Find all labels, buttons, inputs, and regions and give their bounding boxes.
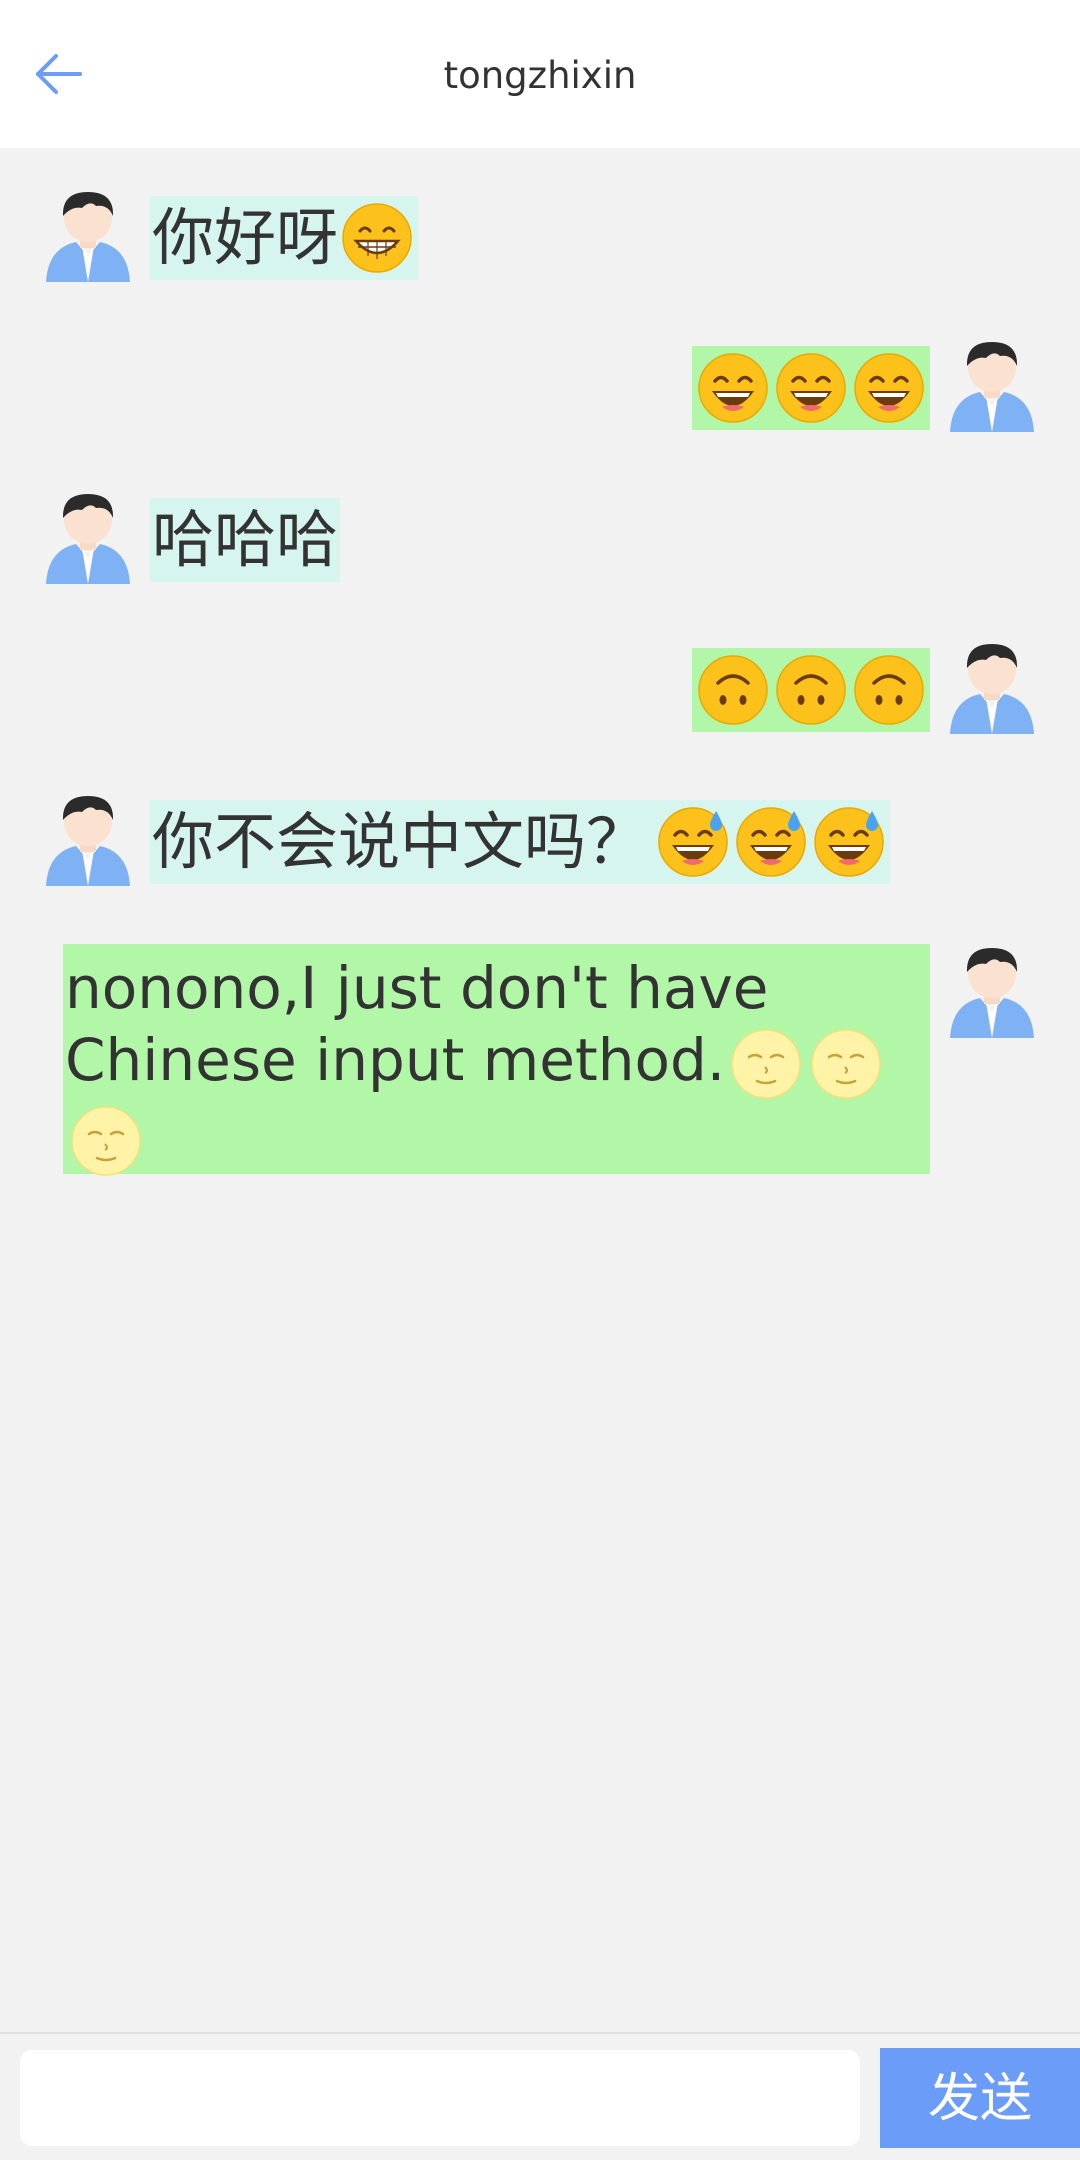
avatar-icon bbox=[942, 638, 1042, 738]
message-bubble-outgoing[interactable] bbox=[692, 648, 930, 732]
header-bar: tongzhixin bbox=[0, 0, 1080, 148]
send-button[interactable]: 发送 bbox=[880, 2048, 1080, 2148]
message-text: 你不会说中文吗？ bbox=[152, 805, 649, 878]
avatar-icon bbox=[38, 790, 138, 890]
avatar-icon bbox=[38, 186, 138, 286]
upside-down-face-icon bbox=[696, 653, 770, 727]
self-avatar[interactable] bbox=[942, 942, 1042, 1042]
message-text: 哈哈哈 bbox=[152, 503, 339, 576]
message-bubble-outgoing[interactable]: nonono,I just don't have Chinese input m… bbox=[63, 944, 930, 1176]
avatar-icon bbox=[942, 336, 1042, 436]
message-text: nonono,I just don't have Chinese input m… bbox=[65, 954, 769, 1094]
message-input[interactable] bbox=[20, 2050, 860, 2146]
upside-down-face-icon bbox=[852, 653, 926, 727]
smile-open-icon bbox=[696, 351, 770, 425]
chat-screen: tongzhixin 你好呀 哈哈哈 你不会说中文吗？ nonono,I jus… bbox=[0, 0, 1080, 2160]
sweat-smile-icon bbox=[734, 805, 808, 879]
contact-avatar[interactable] bbox=[38, 186, 138, 286]
contact-avatar[interactable] bbox=[38, 790, 138, 890]
moon-face-icon bbox=[809, 1027, 883, 1101]
contact-avatar[interactable] bbox=[38, 488, 138, 588]
message-text: 你好呀 bbox=[152, 201, 339, 274]
avatar-icon bbox=[942, 942, 1042, 1042]
chat-title: tongzhixin bbox=[443, 54, 637, 97]
sweat-smile-icon bbox=[656, 805, 730, 879]
moon-face-icon bbox=[729, 1027, 803, 1101]
self-avatar[interactable] bbox=[942, 336, 1042, 436]
input-bar: 发送 bbox=[0, 2032, 1080, 2160]
message-bubble-incoming[interactable]: 你不会说中文吗？ bbox=[150, 800, 891, 884]
message-bubble-outgoing[interactable] bbox=[692, 346, 930, 430]
self-avatar[interactable] bbox=[942, 638, 1042, 738]
grin-icon bbox=[340, 201, 414, 275]
sweat-smile-icon bbox=[812, 805, 886, 879]
moon-face-icon bbox=[69, 1104, 143, 1178]
message-bubble-incoming[interactable]: 你好呀 bbox=[150, 196, 419, 280]
avatar-icon bbox=[38, 488, 138, 588]
message-bubble-incoming[interactable]: 哈哈哈 bbox=[150, 498, 341, 582]
smile-open-icon bbox=[774, 351, 848, 425]
smile-open-icon bbox=[852, 351, 926, 425]
upside-down-face-icon bbox=[774, 653, 848, 727]
